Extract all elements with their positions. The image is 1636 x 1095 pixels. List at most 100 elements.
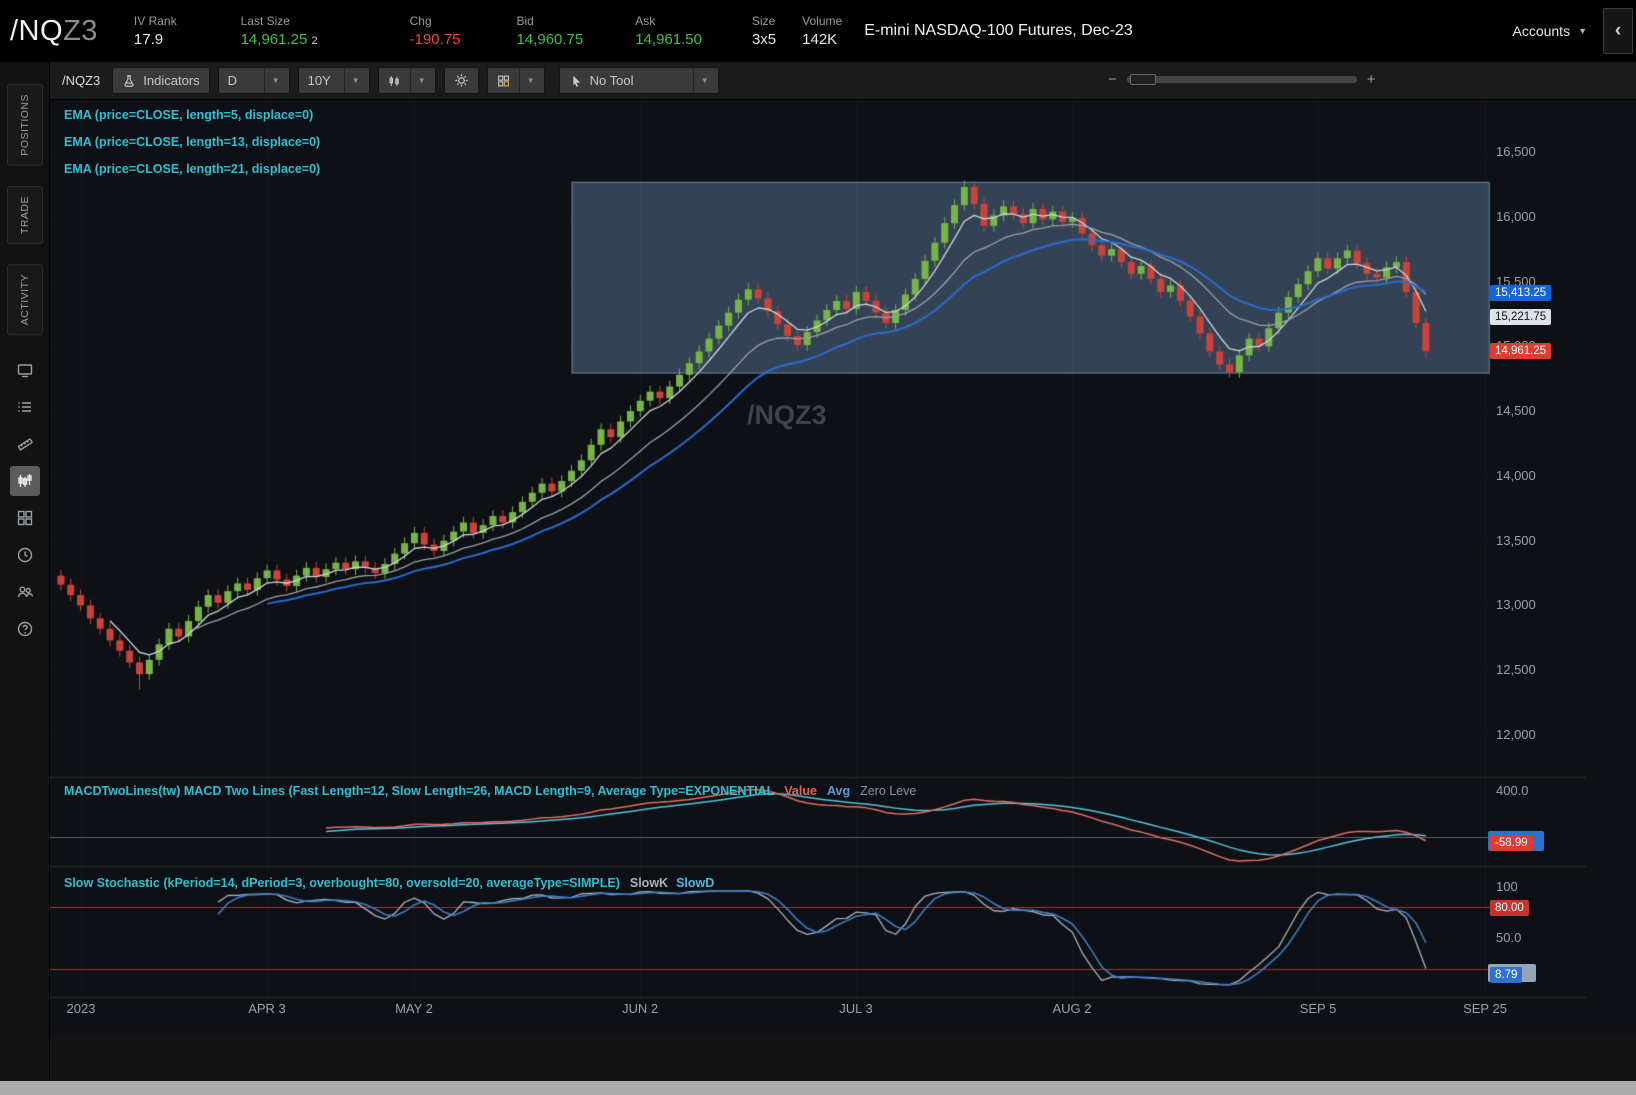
sidebar-tab-trade[interactable]: TRADE	[6, 185, 43, 244]
zoom-slider[interactable]	[1126, 74, 1357, 85]
stat-value: 142K	[802, 31, 838, 48]
stat-last-size: Last Size 14,961.25 2	[241, 14, 318, 48]
symbol-suffix: Z3	[63, 14, 98, 47]
chart-canvas[interactable]	[50, 100, 1586, 1035]
history-clock-icon[interactable]	[10, 540, 40, 570]
tools-icon[interactable]	[10, 429, 40, 459]
ema5-study-label: EMA (price=CLOSE, length=5, displace=0)	[64, 108, 314, 122]
ema21-price-badge: 15,413.25	[1490, 285, 1552, 301]
zoom-control: − +	[1108, 72, 1376, 87]
macd-legend-avg: Avg	[826, 784, 851, 798]
price-tick: 16,000	[1496, 209, 1536, 224]
last-price: 14,961.25	[240, 31, 308, 48]
last-price-badge: 14,961.25	[1490, 343, 1552, 359]
left-sidebar: POSITIONS TRADE ACTIVITY	[0, 62, 50, 1081]
macd-legend-value: Value	[784, 784, 817, 798]
time-tick: SEP 5	[1299, 1001, 1337, 1016]
ema21-study-label: EMA (price=CLOSE, length=21, displace=0)	[64, 162, 321, 176]
orders-list-icon[interactable]	[10, 392, 40, 422]
chevron-down-icon: ▼	[1578, 26, 1587, 36]
macd-axis-tick: 400.0	[1496, 783, 1529, 798]
price-tick: 14,000	[1496, 468, 1536, 483]
community-people-icon[interactable]	[10, 577, 40, 607]
zoom-slider-handle[interactable]	[1129, 74, 1156, 85]
macd-study-title: MACDTwoLines(tw) MACD Two Lines (Fast Le…	[64, 784, 775, 798]
chart-gadget: /NQZ3 Indicators D ▼ 10Y ▼ ▼ ▼ No Tool ▼…	[50, 62, 1636, 1081]
time-tick: MAY 2	[395, 1001, 433, 1016]
accounts-label: Accounts	[1512, 23, 1571, 39]
stat-label: Volume	[802, 14, 843, 28]
stat-value: -190.75	[409, 31, 461, 48]
price-tick: 12,500	[1496, 662, 1536, 677]
stat-value: 3x5	[751, 31, 777, 48]
tv-icon[interactable]	[10, 355, 40, 385]
stat-change: Chg -190.75	[410, 14, 461, 48]
timeframe-value: D	[227, 73, 238, 88]
stat-bid: Bid 14,960.75	[517, 14, 584, 48]
stat-ask: Ask 14,961.50	[635, 14, 702, 48]
bottom-scroll-strip[interactable]	[0, 1081, 1636, 1095]
time-tick: JUN 2	[621, 1001, 659, 1016]
chevron-down-icon: ▼	[343, 68, 360, 93]
sidebar-tab-positions[interactable]: POSITIONS	[6, 84, 43, 166]
range-dropdown[interactable]: 10Y ▼	[297, 67, 370, 94]
stat-label: Bid	[516, 14, 534, 28]
sidebar-icons	[0, 355, 49, 644]
time-tick: 2023	[66, 1001, 96, 1016]
chevron-down-icon: ▼	[409, 68, 426, 93]
stoch-overbought-badge: 80.00	[1490, 900, 1529, 916]
timeframe-dropdown[interactable]: D ▼	[217, 67, 290, 94]
time-tick: APR 3	[248, 1001, 286, 1016]
stoch-legend-slowk: SlowK	[629, 876, 669, 890]
ema13-study-label: EMA (price=CLOSE, length=13, displace=0)	[64, 135, 321, 149]
chart-area: EMA (price=CLOSE, length=5, displace=0) …	[50, 100, 1636, 1035]
drawing-tool-dropdown[interactable]: No Tool ▼	[558, 67, 719, 94]
stoch-axis-tick-50: 50.0	[1496, 930, 1522, 945]
grid-widgets-icon[interactable]	[10, 503, 40, 533]
stat-label: Chg	[409, 14, 432, 28]
range-value: 10Y	[307, 73, 331, 88]
price-tick: 13,000	[1496, 597, 1536, 612]
grid-layout-dropdown[interactable]: ▼	[486, 67, 545, 94]
indicators-label: Indicators	[143, 73, 200, 88]
chevron-down-icon: ▼	[692, 68, 709, 93]
flask-icon	[124, 74, 134, 87]
chevron-left-icon: ‹	[1614, 20, 1622, 41]
time-tick: JUL 3	[839, 1001, 873, 1016]
stoch-axis-tick-100: 100	[1496, 879, 1518, 894]
charts-icon[interactable]	[9, 466, 40, 497]
cursor-icon	[573, 75, 581, 87]
gear-icon	[455, 74, 468, 87]
accounts-menu[interactable]: Accounts ▼	[1512, 23, 1587, 39]
chart-toolbar: /NQZ3 Indicators D ▼ 10Y ▼ ▼ ▼ No Tool ▼…	[50, 62, 1636, 100]
price-tick: 13,500	[1496, 533, 1536, 548]
chart-symbol-label: /NQZ3	[62, 73, 101, 88]
macd-value-badge: -58.99	[1490, 835, 1533, 851]
indicators-button[interactable]: Indicators	[112, 67, 210, 94]
symbol: /NQZ3	[10, 15, 98, 48]
stoch-legend-slowd: SlowD	[676, 876, 715, 890]
stoch-slowd-badge: 8.79	[1490, 967, 1523, 983]
sidebar-tab-activity[interactable]: ACTIVITY	[6, 263, 43, 336]
chart-settings-button[interactable]	[443, 67, 479, 94]
stat-label: Last Size	[240, 14, 290, 28]
chart-type-dropdown[interactable]: ▼	[377, 67, 436, 94]
ema13-price-badge: 15,221.75	[1490, 309, 1552, 325]
zoom-out-button[interactable]: −	[1108, 72, 1117, 87]
macd-legend-zero: Zero Leve	[860, 784, 917, 798]
collapse-panel-button[interactable]: ‹	[1603, 8, 1633, 54]
macd-study-label: MACDTwoLines(tw) MACD Two Lines (Fast Le…	[64, 784, 916, 798]
contract-title: E-mini NASDAQ-100 Futures, Dec-23	[864, 22, 1133, 39]
grid-layout-icon	[497, 75, 509, 86]
time-tick: SEP 25	[1463, 1001, 1507, 1016]
stat-volume: Volume 142K	[802, 14, 842, 48]
last-size: 2	[311, 35, 318, 47]
help-icon[interactable]	[10, 614, 40, 644]
stat-value: 14,960.75	[516, 31, 584, 48]
stat-label: Size	[751, 14, 776, 28]
candlestick-icon	[389, 75, 399, 86]
price-tick: 12,000	[1496, 727, 1536, 742]
stat-value: 17.9	[133, 31, 164, 48]
app-root: /NQZ3 IV Rank 17.9 Last Size 14,961.25 2…	[0, 0, 1636, 1095]
zoom-in-button[interactable]: +	[1367, 72, 1376, 87]
